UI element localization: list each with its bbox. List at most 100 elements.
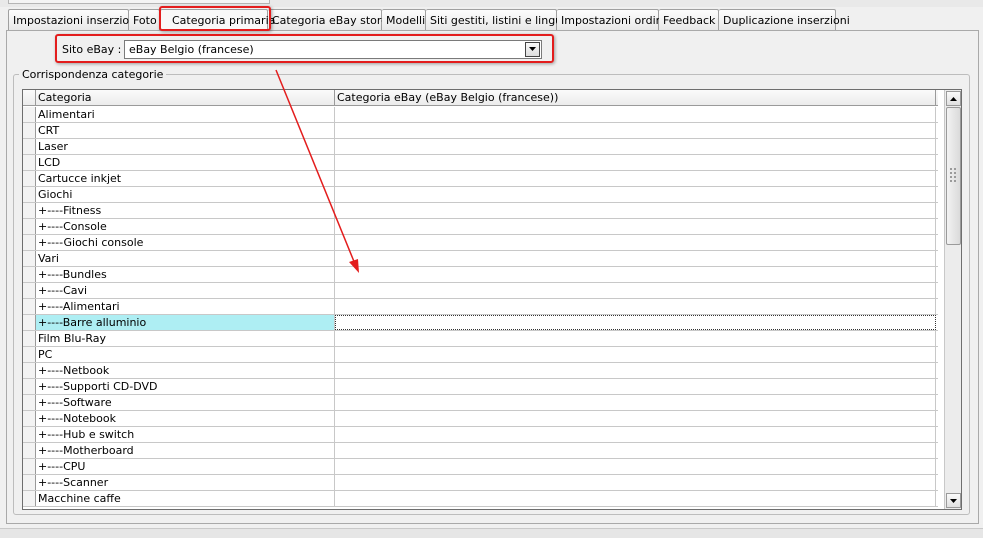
cell-ebay-category[interactable]	[335, 283, 936, 298]
row-indicator[interactable]	[23, 443, 36, 458]
table-row[interactable]: +----Barre alluminio	[23, 315, 938, 331]
table-row[interactable]: PC	[23, 347, 938, 363]
cell-ebay-category[interactable]	[335, 427, 936, 442]
row-indicator[interactable]	[23, 379, 36, 394]
cell-ebay-category[interactable]	[335, 299, 936, 314]
row-indicator[interactable]	[23, 347, 36, 362]
table-row[interactable]: +----Bundles	[23, 267, 938, 283]
row-indicator[interactable]	[23, 171, 36, 186]
column-header-ebay-category[interactable]: Categoria eBay (eBay Belgio (francese))	[335, 90, 936, 105]
cell-ebay-category[interactable]	[335, 395, 936, 410]
table-row[interactable]: Giochi	[23, 187, 938, 203]
cell-ebay-category[interactable]	[335, 443, 936, 458]
table-row[interactable]: +----Scanner	[23, 475, 938, 491]
cell-categoria[interactable]: +----Console	[36, 219, 335, 234]
cell-categoria[interactable]: LCD	[36, 155, 335, 170]
cell-categoria[interactable]: Cartucce inkjet	[36, 171, 335, 186]
cell-categoria[interactable]: Macchine caffe	[36, 491, 335, 506]
table-row[interactable]: Alimentari	[23, 107, 938, 123]
cell-ebay-category[interactable]	[335, 411, 936, 426]
cell-ebay-category[interactable]	[335, 379, 936, 394]
row-indicator[interactable]	[23, 235, 36, 250]
row-indicator[interactable]	[23, 427, 36, 442]
cell-ebay-category[interactable]	[335, 235, 936, 250]
cell-categoria[interactable]: +----Notebook	[36, 411, 335, 426]
tab-feedback[interactable]: Feedback	[659, 9, 719, 30]
row-indicator[interactable]	[23, 267, 36, 282]
cell-ebay-category[interactable]	[335, 187, 936, 202]
table-row[interactable]: +----Cavi	[23, 283, 938, 299]
row-indicator[interactable]	[23, 155, 36, 170]
table-row[interactable]: +----Supporti CD-DVD	[23, 379, 938, 395]
table-row[interactable]: Vari	[23, 251, 938, 267]
cell-categoria[interactable]: +----CPU	[36, 459, 335, 474]
cell-ebay-category[interactable]	[335, 203, 936, 218]
cell-categoria[interactable]: +----Motherboard	[36, 443, 335, 458]
table-row[interactable]: +----CPU	[23, 459, 938, 475]
table-row[interactable]: +----Alimentari	[23, 299, 938, 315]
table-row[interactable]: +----Netbook	[23, 363, 938, 379]
column-header-categoria[interactable]: Categoria	[36, 90, 335, 105]
cell-categoria[interactable]: +----Barre alluminio	[36, 315, 335, 330]
cell-ebay-category[interactable]	[335, 107, 936, 122]
cell-categoria[interactable]: +----Fitness	[36, 203, 335, 218]
row-indicator[interactable]	[23, 475, 36, 490]
tab-impostazioni-inserzioni[interactable]: Impostazioni inserzioni	[8, 9, 139, 30]
scroll-up-arrow-icon[interactable]	[946, 91, 961, 106]
row-indicator[interactable]	[23, 283, 36, 298]
cell-categoria[interactable]: +----Giochi console	[36, 235, 335, 250]
cell-categoria[interactable]: +----Hub e switch	[36, 427, 335, 442]
cell-categoria[interactable]: Laser	[36, 139, 335, 154]
row-indicator[interactable]	[23, 251, 36, 266]
row-indicator[interactable]	[23, 459, 36, 474]
row-indicator[interactable]	[23, 491, 36, 506]
cell-ebay-category[interactable]	[335, 315, 936, 330]
cell-categoria[interactable]: Film Blu-Ray	[36, 331, 335, 346]
table-row[interactable]: +----Giochi console	[23, 235, 938, 251]
row-indicator[interactable]	[23, 219, 36, 234]
cell-categoria[interactable]: CRT	[36, 123, 335, 138]
row-indicator[interactable]	[23, 123, 36, 138]
cell-ebay-category[interactable]	[335, 331, 936, 346]
tab-impostazioni-ordini[interactable]: Impostazioni ordini	[557, 9, 666, 30]
cell-ebay-category[interactable]	[335, 219, 936, 234]
cell-categoria[interactable]: PC	[36, 347, 335, 362]
row-indicator[interactable]	[23, 203, 36, 218]
table-row[interactable]: Laser	[23, 139, 938, 155]
category-grid[interactable]: Categoria Categoria eBay (eBay Belgio (f…	[22, 89, 962, 510]
row-indicator[interactable]	[23, 411, 36, 426]
scrollbar-thumb[interactable]	[946, 107, 961, 245]
cell-ebay-category[interactable]	[335, 475, 936, 490]
table-row[interactable]: Film Blu-Ray	[23, 331, 938, 347]
cell-ebay-category[interactable]	[335, 363, 936, 378]
table-row[interactable]: +----Fitness	[23, 203, 938, 219]
cell-ebay-category[interactable]	[335, 491, 936, 506]
table-row[interactable]: Macchine caffe	[23, 491, 938, 507]
cell-categoria[interactable]: Alimentari	[36, 107, 335, 122]
row-indicator[interactable]	[23, 395, 36, 410]
tab-categoria-ebay-store[interactable]: Categoria eBay store	[268, 9, 388, 30]
cell-ebay-category[interactable]	[335, 155, 936, 170]
table-row[interactable]: +----Software	[23, 395, 938, 411]
row-indicator[interactable]	[23, 331, 36, 346]
row-indicator[interactable]	[23, 187, 36, 202]
tab-modelli[interactable]: Modelli	[382, 9, 426, 30]
row-indicator[interactable]	[23, 315, 36, 330]
cell-categoria[interactable]: Giochi	[36, 187, 335, 202]
cell-categoria[interactable]: +----Netbook	[36, 363, 335, 378]
row-indicator[interactable]	[23, 363, 36, 378]
table-row[interactable]: +----Motherboard	[23, 443, 938, 459]
table-row[interactable]: CRT	[23, 123, 938, 139]
cell-categoria[interactable]: +----Bundles	[36, 267, 335, 282]
cell-ebay-category[interactable]	[335, 459, 936, 474]
cell-ebay-category[interactable]	[335, 251, 936, 266]
table-row[interactable]: +----Notebook	[23, 411, 938, 427]
tab-foto[interactable]: Foto	[129, 9, 160, 30]
table-row[interactable]: +----Console	[23, 219, 938, 235]
cell-ebay-category[interactable]	[335, 347, 936, 362]
cell-ebay-category[interactable]	[335, 139, 936, 154]
row-indicator[interactable]	[23, 299, 36, 314]
tab-duplicazione-inserzioni[interactable]: Duplicazione inserzioni	[719, 9, 850, 30]
cell-categoria[interactable]: +----Software	[36, 395, 335, 410]
cell-categoria[interactable]: +----Alimentari	[36, 299, 335, 314]
